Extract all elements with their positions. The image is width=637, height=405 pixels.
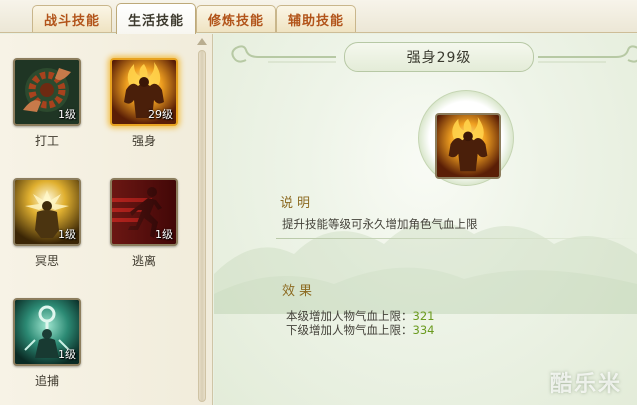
- effect-heading: 效果: [282, 284, 317, 299]
- next-level-effect: 下级增加人物气血上限：334: [286, 322, 434, 338]
- skill-tab-bar: 战斗技能 生活技能 修炼技能 辅助技能: [0, 0, 637, 34]
- scroll-track[interactable]: [198, 50, 206, 402]
- skill-name-label: 追捕: [34, 374, 59, 388]
- skill-item-work[interactable]: 1级 打工: [13, 58, 83, 154]
- skill-level-label: 29级: [148, 108, 173, 121]
- skill-icon-frame[interactable]: 1级: [13, 58, 81, 126]
- skill-name-label: 强身: [131, 134, 156, 148]
- skill-item-meditate[interactable]: 1级 冥思: [13, 178, 83, 274]
- banner-cloud-ornament: [231, 45, 336, 63]
- skill-level-label: 1级: [58, 228, 76, 241]
- skill-item-pursue[interactable]: 1级 追捕: [13, 298, 83, 394]
- tab-auxiliary-skills[interactable]: 辅助技能: [276, 5, 356, 32]
- skill-item-strengthen[interactable]: 29级 强身: [110, 58, 180, 154]
- scroll-up-arrow-icon[interactable]: [197, 38, 207, 45]
- selected-skill-icon: [435, 113, 501, 179]
- flaming-muscle-icon: [437, 115, 499, 177]
- skill-list-scrollbar[interactable]: [196, 38, 208, 405]
- description-heading: 说明: [280, 196, 315, 211]
- section-divider: [276, 238, 637, 239]
- skill-detail-panel: 强身29级 说明 提升技能等级可永久增加角色气血上限 效果 本级增加人物气血上限…: [214, 34, 637, 405]
- skill-level-label: 1级: [58, 348, 76, 361]
- tab-cultivation-skills[interactable]: 修炼技能: [196, 5, 276, 32]
- skill-title-banner: 强身29级: [344, 42, 534, 72]
- skill-name-label: 逃离: [131, 254, 156, 268]
- skill-description-text: 提升技能等级可永久增加角色气血上限: [282, 217, 478, 231]
- skill-icon-frame[interactable]: 1级: [13, 298, 81, 366]
- skill-name-label: 冥思: [34, 254, 59, 268]
- skill-name-label: 打工: [34, 134, 59, 148]
- current-effect-label: 本级增加人物气血上限：: [286, 309, 413, 323]
- skill-level-label: 1级: [155, 228, 173, 241]
- skill-icon-frame[interactable]: 1级: [13, 178, 81, 246]
- site-watermark: 酷乐米: [550, 372, 623, 397]
- skill-level-label: 1级: [58, 108, 76, 121]
- banner-cloud-ornament: [538, 45, 637, 63]
- skill-list-panel: 1级 打工 29级 强身 1级 冥思 1级 逃离 1级 追捕: [0, 34, 213, 405]
- skill-icon-frame[interactable]: 29级: [110, 58, 178, 126]
- current-effect-value: 321: [412, 309, 435, 323]
- tab-combat-skills[interactable]: 战斗技能: [32, 5, 112, 32]
- next-effect-label: 下级增加人物气血上限：: [286, 323, 413, 337]
- tab-life-skills[interactable]: 生活技能: [116, 3, 196, 34]
- next-effect-value: 334: [412, 323, 435, 337]
- skill-item-escape[interactable]: 1级 逃离: [110, 178, 180, 274]
- skill-icon-frame[interactable]: 1级: [110, 178, 178, 246]
